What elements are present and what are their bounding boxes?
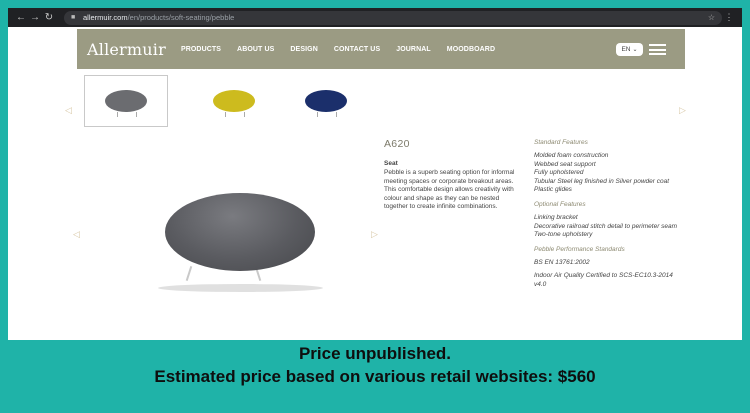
language-label: EN <box>621 46 631 53</box>
url-path: /en/products/soft-seating/pebble <box>127 13 235 22</box>
image-prev-arrow-icon[interactable]: ◁ <box>73 229 80 240</box>
feature-item: BS EN 13761:2002 <box>534 258 590 266</box>
nav-contact-us[interactable]: CONTACT US <box>334 46 380 53</box>
image-next-arrow-icon[interactable]: ▷ <box>371 229 378 240</box>
standard-features-heading: Standard Features <box>534 139 588 146</box>
nav-about-us[interactable]: ABOUT US <box>237 46 274 53</box>
feature-item: Webbed seat support <box>534 160 596 168</box>
feature-item: Two-tone upholstery <box>534 231 593 239</box>
arrow-left-icon[interactable]: ← <box>14 8 28 27</box>
product-leg <box>185 266 193 281</box>
product-code: A620 <box>384 138 410 150</box>
product-main-image <box>165 193 315 271</box>
feature-item: Tubular Steel leg finished in Silver pow… <box>534 177 670 185</box>
hamburger-menu-icon[interactable] <box>649 44 666 55</box>
thumbnails-next-arrow-icon[interactable]: ▷ <box>679 105 686 116</box>
site-header: Allermuir PRODUCTS ABOUT US DESIGN CONTA… <box>77 29 685 69</box>
lock-icon: ■ <box>71 14 76 21</box>
product-shadow <box>158 284 323 292</box>
url-host: allermuir.com <box>83 13 128 22</box>
pouf-yellow-image <box>213 90 255 117</box>
feature-item: Indoor Air Quality Certified to SCS-EC10… <box>534 272 673 288</box>
optional-features-heading: Optional Features <box>534 200 586 208</box>
browser-toolbar: ← → ↻ ■ allermuir.com /en/products/soft-… <box>8 8 742 27</box>
features-panel: Standard Features Molded foam constructi… <box>534 138 684 290</box>
thumbnails-prev-arrow-icon[interactable]: ◁ <box>65 105 72 116</box>
browser-window: ← → ↻ ■ allermuir.com /en/products/soft-… <box>8 8 742 340</box>
feature-item: Plastic glides <box>534 186 572 194</box>
feature-item: Decorative railroad stitch detail to per… <box>534 222 678 230</box>
language-selector[interactable]: EN ⌄ <box>616 43 643 56</box>
product-type: Seat <box>384 160 398 167</box>
caption-line-2: Estimated price based on various retail … <box>154 367 596 386</box>
product-description: Pebble is a superb seating option for in… <box>384 169 515 211</box>
nav-moodboard[interactable]: MOODBOARD <box>447 46 495 53</box>
thumbnail-grey[interactable] <box>84 75 168 127</box>
kebab-menu-icon[interactable]: ⋮ <box>722 8 736 27</box>
nav-design[interactable]: DESIGN <box>290 46 317 53</box>
performance-standards-heading: Pebble Performance Standards <box>534 245 625 253</box>
nav-products[interactable]: PRODUCTS <box>181 46 221 53</box>
thumbnail-yellow[interactable] <box>192 75 276 127</box>
feature-item: Linking bracket <box>534 213 578 221</box>
arrow-right-icon[interactable]: → <box>28 8 42 27</box>
thumbnail-navy[interactable] <box>284 75 368 127</box>
feature-item: Fully upholstered <box>534 169 584 177</box>
main-nav: PRODUCTS ABOUT US DESIGN CONTACT US JOUR… <box>181 46 511 53</box>
caption-line-1: Price unpublished. <box>298 344 452 363</box>
star-icon[interactable]: ☆ <box>708 13 715 22</box>
feature-item: Molded foam construction <box>534 152 609 159</box>
price-caption: Price unpublished. Estimated price based… <box>0 343 750 389</box>
pouf-grey-image <box>105 90 147 117</box>
nav-journal[interactable]: JOURNAL <box>396 46 431 53</box>
chevron-down-icon: ⌄ <box>632 47 638 53</box>
pouf-navy-image <box>305 90 347 117</box>
address-bar[interactable]: ■ allermuir.com /en/products/soft-seatin… <box>64 10 722 25</box>
reload-icon[interactable]: ↻ <box>42 8 56 27</box>
site-logo[interactable]: Allermuir <box>87 40 166 59</box>
